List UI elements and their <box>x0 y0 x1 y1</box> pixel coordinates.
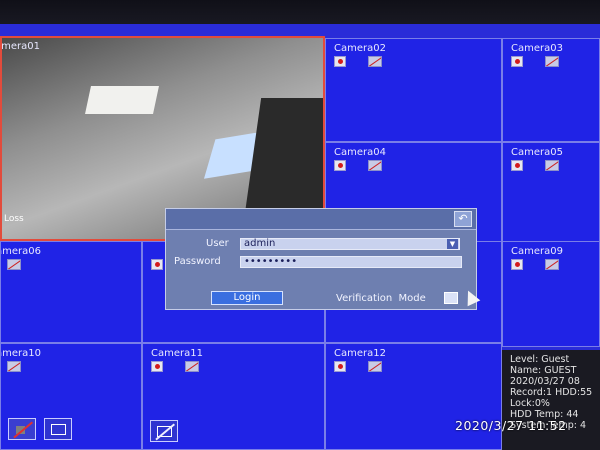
status-level: Level: Guest <box>510 354 570 365</box>
user-label: User <box>206 238 229 249</box>
password-field[interactable]: ••••••••• <box>240 256 462 268</box>
camera-tile-09[interactable]: Camera09 <box>502 241 600 347</box>
camera-tile-06[interactable]: Camera06 <box>0 241 142 343</box>
dialog-title-bar: ↶ <box>166 209 476 230</box>
status-date: 2020/03/27 08 <box>510 376 580 387</box>
camera-label: Camera02 <box>334 43 386 54</box>
motion-icon <box>185 361 199 372</box>
photo-timestamp: 2020/3/27 11:52 <box>455 418 567 433</box>
record-icon <box>511 160 523 171</box>
monitor-icon <box>51 424 66 435</box>
login-button[interactable]: Login <box>211 291 283 305</box>
record-icon <box>151 361 163 372</box>
video-loss-text: Loss <box>4 214 24 224</box>
camera-label: Camera11 <box>151 348 203 359</box>
motion-icon <box>368 56 382 67</box>
motion-icon <box>545 259 559 270</box>
record-icon <box>151 259 163 270</box>
camera-label: Camera09 <box>511 246 563 257</box>
status-name: Name: GUEST <box>510 365 577 376</box>
verification-mode-label: Verification Mode <box>336 293 426 304</box>
monitor-button[interactable] <box>44 418 72 440</box>
verification-mode-checkbox[interactable] <box>444 292 458 304</box>
motion-icon <box>7 259 21 270</box>
record-icon <box>334 361 346 372</box>
motion-icon <box>368 361 382 372</box>
record-icon <box>511 56 523 67</box>
mute-button[interactable] <box>8 418 36 440</box>
password-value: ••••••••• <box>244 256 298 267</box>
record-icon <box>511 259 523 270</box>
status-record: Record:1 HDD:55 <box>510 387 593 398</box>
motion-icon <box>368 160 382 171</box>
camera-label: Camera10 <box>1 348 41 359</box>
camera-tile-03[interactable]: Camera03 <box>502 38 600 142</box>
status-panel: Level: Guest Name: GUEST 2020/03/27 08 R… <box>502 350 600 450</box>
camera-tile-05[interactable]: Camera05 <box>502 142 600 242</box>
camera-label: Camera03 <box>511 43 563 54</box>
status-lock: Lock:0% <box>510 398 550 409</box>
camera-tile-02[interactable]: Camera02 <box>325 38 502 142</box>
record-icon <box>334 160 346 171</box>
dropdown-icon[interactable]: ▼ <box>447 239 458 249</box>
camera-label: Camera01 <box>1 41 40 52</box>
user-select[interactable]: admin ▼ <box>240 238 460 250</box>
camera-tile-12[interactable]: Camera12 <box>325 343 502 450</box>
user-value: admin <box>244 238 276 249</box>
camera-label: Camera06 <box>1 246 41 257</box>
ceiling-light <box>85 86 159 114</box>
record-icon <box>334 56 346 67</box>
camera-label: Camera04 <box>334 147 386 158</box>
motion-icon <box>545 160 559 171</box>
record-manager-button[interactable] <box>150 420 178 442</box>
login-dialog: ↶ User admin ▼ Password ••••••••• Login … <box>165 208 481 310</box>
camera-label: Camera12 <box>334 348 386 359</box>
camera-label: Camera05 <box>511 147 563 158</box>
motion-icon <box>545 56 559 67</box>
motion-icon <box>7 361 21 372</box>
password-label: Password <box>174 256 221 267</box>
back-icon[interactable]: ↶ <box>454 211 472 227</box>
